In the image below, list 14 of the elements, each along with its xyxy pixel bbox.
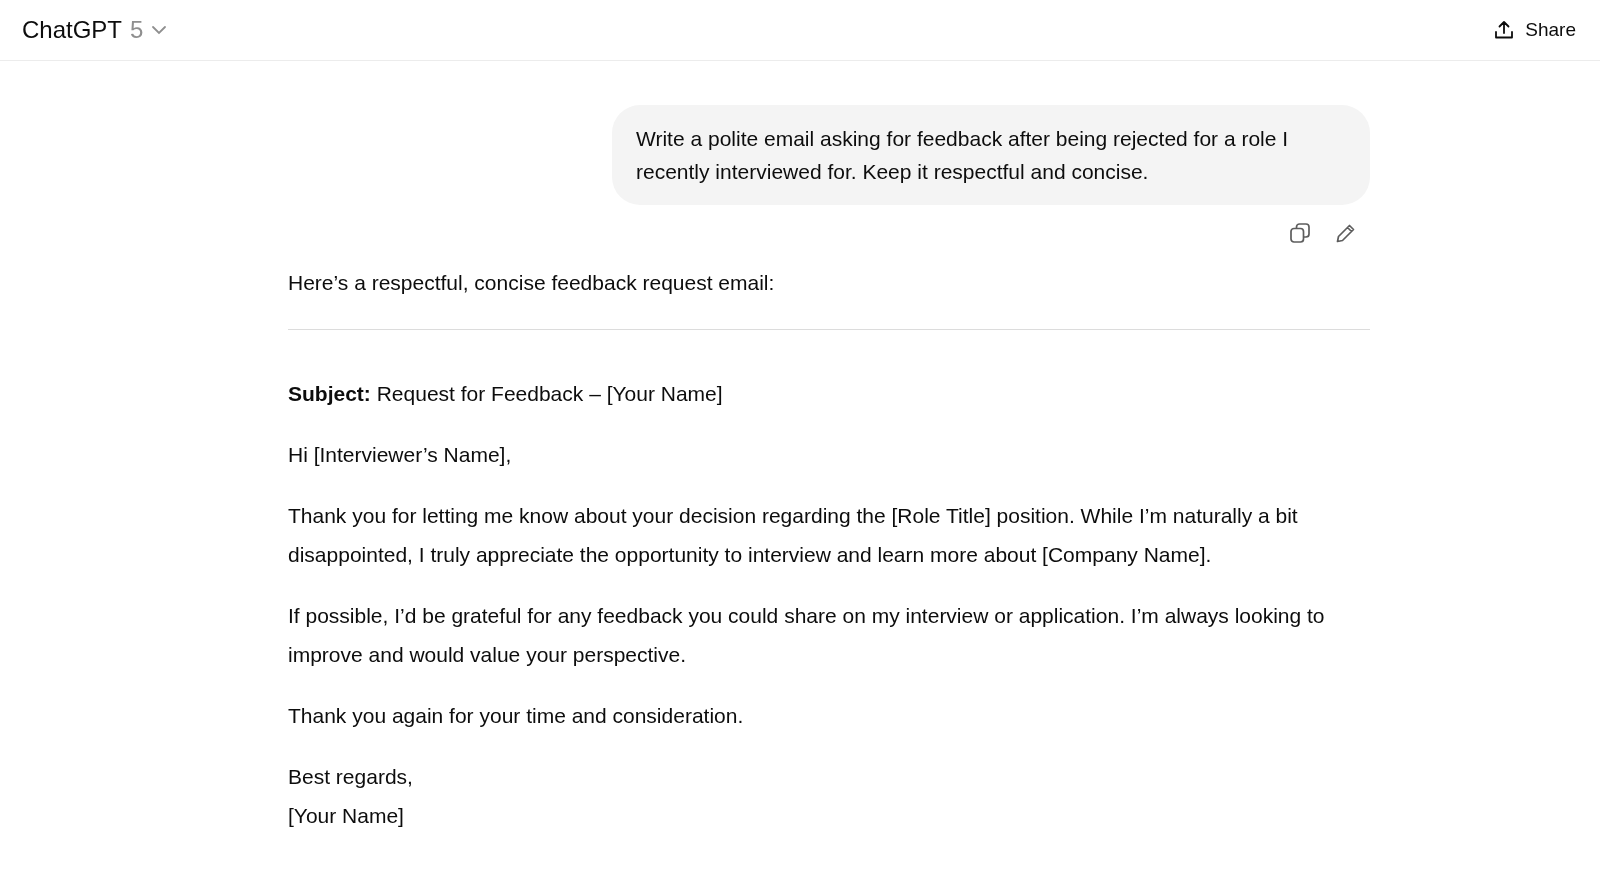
model-selector[interactable]: ChatGPT 5 — [22, 16, 168, 44]
email-paragraph: If possible, I’d be grateful for any feedback you could share on my interview or application. I’m always looking to improve and would value your perspective. — [288, 603, 1326, 668]
user-message: Write a polite email asking for feedback after being rejected for a role I recently interviewed for. Keep it respectful and concise. — [612, 105, 1370, 205]
email-signoff: Best regards, — [288, 764, 414, 790]
email-paragraph: Thank you for letting me know about your decision regarding the [Role Title] position. While I’m naturally a bit disappointed, I truly appreciate the opportunity to interview and learn more about [Company Name]. — [288, 503, 1299, 568]
share-button[interactable]: Share — [1489, 13, 1580, 47]
chevron-down-icon — [151, 25, 168, 35]
copy-icon — [1288, 221, 1312, 245]
upload-icon — [1493, 19, 1516, 41]
email-paragraph: Thank you again for your time and consideration. — [288, 703, 745, 729]
email-signoff: [Your Name] — [288, 803, 405, 829]
email-paragraph: Hi [Interviewer’s Name], — [288, 442, 513, 468]
response-intro: Here’s a respectful, concise feedback request email: — [288, 270, 776, 296]
email-subject: Subject: Request for Feedback – [Your Name] — [288, 381, 724, 407]
